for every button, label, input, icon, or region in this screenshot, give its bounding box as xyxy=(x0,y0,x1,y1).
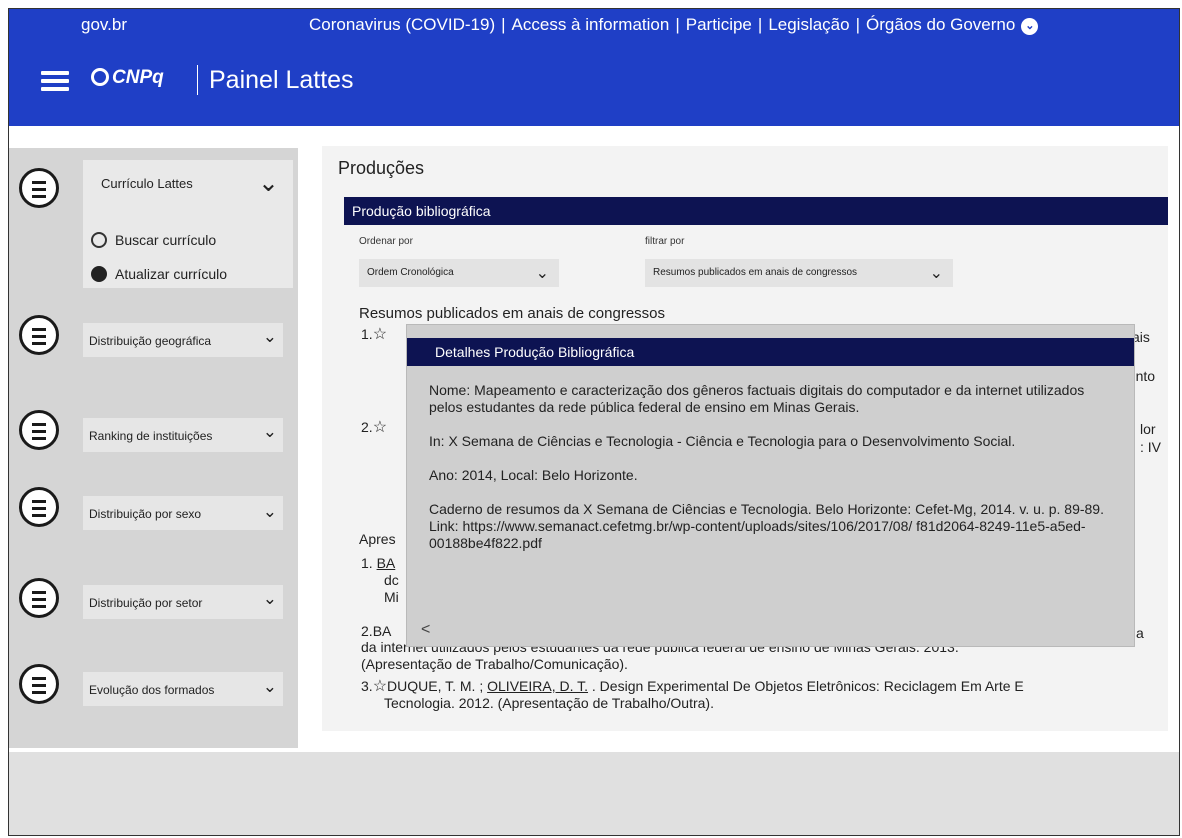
sidebar-item-distribuicao-sexo[interactable]: Distribuição por sexo ⌄ xyxy=(83,496,283,530)
chevron-down-icon: ⌄ xyxy=(262,422,277,441)
document-icon xyxy=(19,410,59,450)
chevron-down-icon: ⌄ xyxy=(262,589,277,608)
buscar-curriculo-item[interactable]: Buscar currículo xyxy=(91,232,216,248)
sidebar: Currículo Lattes ⌄ Buscar currículo Atua… xyxy=(9,148,298,748)
back-chevron-icon[interactable]: < xyxy=(421,621,430,639)
list-item: 2.BA xyxy=(361,623,392,639)
chevron-down-icon: ⌄ xyxy=(929,265,943,282)
link-access-information[interactable]: Access à information xyxy=(512,15,670,34)
star-icon[interactable]: ☆ xyxy=(373,678,387,695)
sidebar-item-distribuicao-setor[interactable]: Distribuição por setor ⌄ xyxy=(83,585,283,619)
chevron-down-icon[interactable]: ⌄ xyxy=(1021,18,1039,35)
list-item-fragment: dc xyxy=(384,572,399,588)
section-title: Produções xyxy=(338,158,425,178)
list-item: 1.☆ xyxy=(361,326,388,343)
cnpq-logo: CNPq xyxy=(91,67,164,89)
top-header: gov.br Coronavirus (COVID-19) | Access à i… xyxy=(9,9,1179,126)
curriculo-lattes-menu: Currículo Lattes ⌄ Buscar currículo Atua… xyxy=(83,160,293,288)
detail-nome: Nome: Mapeamento e caracterização dos gê… xyxy=(429,382,1085,415)
order-select[interactable]: Ordem Cronológica ⌄ xyxy=(359,259,559,287)
filter-label: filtrar por xyxy=(645,236,685,247)
sidebar-item-evolucao-formados[interactable]: Evolução dos formados ⌄ xyxy=(83,672,283,706)
page-frame: gov.br Coronavirus (COVID-19) | Access à i… xyxy=(8,8,1180,836)
list-item-fragment: a xyxy=(1136,625,1144,641)
list-item-line: Tecnologia. 2012. (Apresentação de Traba… xyxy=(384,695,714,711)
hamburger-menu-icon[interactable] xyxy=(41,71,69,91)
document-icon xyxy=(19,664,59,704)
atualizar-curriculo-item[interactable]: Atualizar currículo xyxy=(91,266,227,282)
chevron-down-icon: ⌄ xyxy=(262,327,277,346)
details-modal: Detalhes Produção Bibliográfica Nome: Ma… xyxy=(406,324,1135,647)
link-covid[interactable]: Coronavirus (COVID-19) xyxy=(309,15,495,34)
detail-caderno: Caderno de resumos da X Semana de Ciênci… xyxy=(429,501,1104,517)
star-icon[interactable]: ☆ xyxy=(373,326,387,343)
list-item: 3.☆DUQUE, T. M. ; OLIVEIRA, D. T. . Desi… xyxy=(361,678,1024,695)
modal-body: Nome: Mapeamento e caracterização dos gê… xyxy=(429,382,1119,552)
gov-top-links: Coronavirus (COVID-19) | Access à informat… xyxy=(309,15,1039,35)
search-icon xyxy=(91,232,107,248)
document-icon xyxy=(19,315,59,355)
chevron-down-icon: ⌄ xyxy=(258,169,279,197)
filter-select[interactable]: Resumos publicados em anais de congresso… xyxy=(645,259,953,287)
detail-link[interactable]: Link: https://www.semanact.cefetmg.br/wp… xyxy=(429,518,1119,552)
detail-ano: Ano: 2014, Local: Belo Horizonte. xyxy=(429,467,638,483)
list-item-fragment: Mi xyxy=(384,589,399,605)
document-icon xyxy=(19,578,59,618)
producao-bibliografica-bar[interactable]: Produção bibliográfica xyxy=(344,197,1168,225)
refresh-icon xyxy=(91,266,107,282)
link-legislacao[interactable]: Legislação xyxy=(768,15,849,34)
document-icon xyxy=(19,487,59,527)
page-title: Painel Lattes xyxy=(209,66,354,94)
chevron-down-icon: ⌄ xyxy=(262,502,277,521)
list-item-line: (Apresentação de Trabalho/Comunicação). xyxy=(361,656,628,672)
list-item-fragment: lor xyxy=(1140,421,1156,437)
link-orgaos-governo[interactable]: Órgãos do Governo xyxy=(866,15,1015,34)
list-item: 2.☆ xyxy=(361,419,388,436)
list-item-fragment: : IV xyxy=(1140,439,1162,455)
brand-divider xyxy=(197,65,198,95)
star-icon[interactable]: ☆ xyxy=(373,419,387,436)
link-participe[interactable]: Participe xyxy=(686,15,752,34)
chevron-down-icon: ⌄ xyxy=(535,265,549,282)
list-item: 1. BA xyxy=(361,555,396,571)
footer xyxy=(9,752,1179,835)
gov-br-link[interactable]: gov.br xyxy=(81,15,127,35)
modal-title: Detalhes Produção Bibliográfica xyxy=(407,338,1134,366)
curriculo-lattes-label: Currículo Lattes xyxy=(101,176,193,191)
detail-in: In: X Semana de Ciências e Tecnologia - … xyxy=(429,433,1016,449)
sidebar-item-distribuicao-geografica[interactable]: Distribuição geográfica ⌄ xyxy=(83,323,283,357)
chevron-down-icon: ⌄ xyxy=(262,677,277,696)
cnpq-logo-icon xyxy=(91,68,109,86)
presentations-heading-fragment: Apres xyxy=(359,531,396,547)
curriculo-lattes-toggle[interactable]: Currículo Lattes ⌄ xyxy=(83,160,293,206)
document-icon xyxy=(19,168,59,208)
sidebar-item-ranking-instituicoes[interactable]: Ranking de instituições ⌄ xyxy=(83,418,283,452)
list-title: Resumos publicados em anais de congresso… xyxy=(359,305,665,322)
order-label: Ordenar por xyxy=(359,236,413,247)
